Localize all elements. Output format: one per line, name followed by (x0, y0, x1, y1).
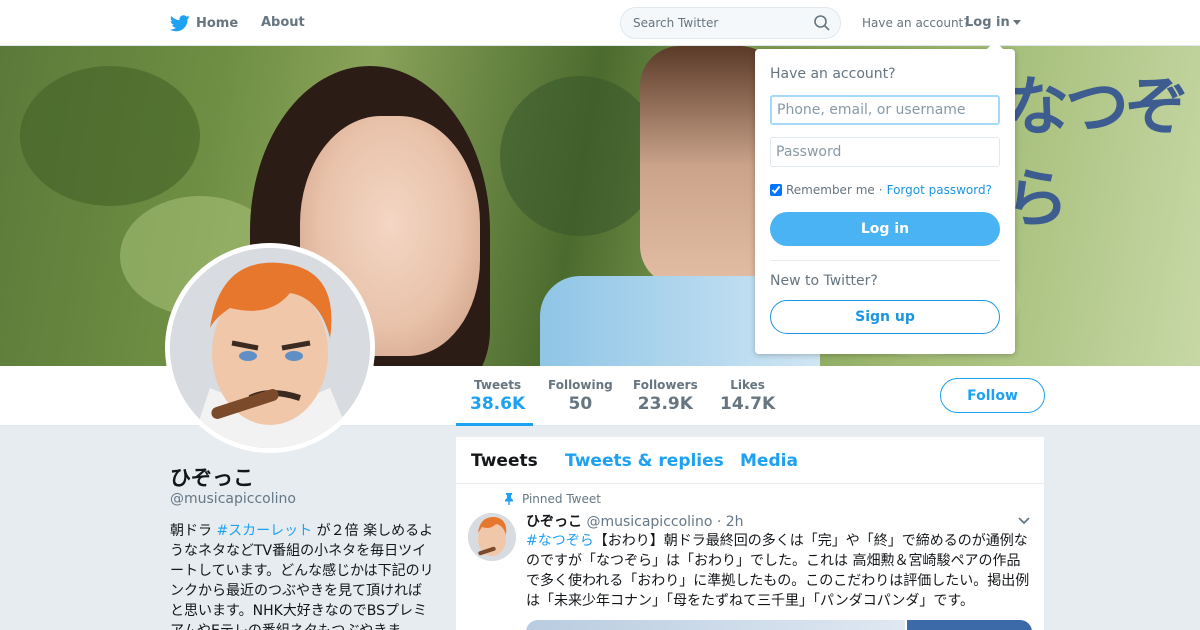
bio-hashtag-link[interactable]: #スカーレット (216, 523, 312, 539)
stat-label: Followers (633, 378, 698, 392)
nav-home-label: Home (196, 15, 239, 31)
tab-media[interactable]: Media (740, 451, 798, 471)
login-button[interactable]: Log in (770, 212, 1000, 246)
tweet-text: #なつぞら【おわり】朝ドラ最終回の多くは「完」や「終」で締めるのが通例なのですが… (526, 531, 1031, 611)
profile-avatar[interactable] (165, 243, 375, 453)
tweet-header: ひぞっこ @musicapiccolino · 2h (526, 511, 744, 531)
username-field[interactable] (770, 95, 1000, 125)
tweet-author-handle[interactable]: @musicapiccolino (586, 514, 712, 530)
stat-label: Likes (730, 378, 765, 392)
top-nav: Home About Have an account? Log in (0, 0, 1200, 46)
tab-tweets[interactable]: Tweets (471, 451, 538, 471)
twitter-bird-icon (170, 14, 190, 31)
chevron-down-icon[interactable] (1018, 517, 1030, 525)
pin-icon (505, 493, 513, 505)
remember-row: Remember me · Forgot password? (770, 183, 992, 197)
stat-likes[interactable]: Likes 14.7K (720, 378, 775, 414)
stat-label: Following (548, 378, 613, 392)
active-stat-underline (456, 423, 533, 426)
profile-bio: 朝ドラ #スカーレット が２倍 楽しめるようなネタなどTV番組の小ネタを毎日ツイ… (170, 521, 435, 630)
dropdown-title: Have an account? (770, 66, 896, 82)
search-box[interactable] (620, 7, 841, 39)
tab-tweets-replies[interactable]: Tweets & replies (565, 451, 724, 471)
login-link-label: Log in (965, 15, 1010, 30)
stat-following[interactable]: Following 50 (548, 378, 613, 414)
divider (770, 260, 1000, 261)
remember-me-label[interactable]: Remember me (786, 183, 875, 197)
tweet-body-text: 【おわり】朝ドラ最終回の多くは「完」や「終」で締めるのが通例なのですが「なつぞら… (526, 533, 1030, 609)
follow-button[interactable]: Follow (940, 378, 1045, 413)
separator: · (878, 183, 883, 197)
stat-value: 23.9K (637, 394, 693, 414)
stat-value: 14.7K (720, 394, 776, 414)
tweet-timestamp[interactable]: · 2h (717, 514, 744, 530)
timeline-card: Tweets Tweets & replies Media Pinned Twe… (456, 437, 1044, 630)
bio-text: が２倍 楽しめるようなネタなどTV番組の小ネタを毎日ツイートしています。どんな感… (170, 523, 434, 630)
remember-me-checkbox[interactable] (770, 184, 782, 196)
profile-handle: @musicapiccolino (170, 491, 296, 507)
tweet-media[interactable] (526, 620, 1032, 630)
bio-text: 朝ドラ (170, 523, 217, 539)
stat-value: 50 (568, 394, 593, 414)
pinned-tweet-label: Pinned Tweet (504, 492, 601, 506)
avatar-illustration (170, 248, 370, 448)
tweet-hashtag-link[interactable]: #なつぞら (526, 533, 594, 549)
stat-followers[interactable]: Followers 23.9K (633, 378, 698, 414)
search-icon[interactable] (814, 15, 830, 31)
nav-home-link[interactable]: Home (170, 13, 238, 33)
tweet-media-image[interactable] (526, 620, 905, 630)
login-dropdown-toggle[interactable]: Log in (965, 15, 1021, 30)
forgot-password-link[interactable]: Forgot password? (887, 183, 992, 197)
tweet-avatar-illustration (468, 513, 516, 561)
timeline-tabs: Tweets Tweets & replies Media (456, 437, 1044, 484)
login-dropdown: Have an account? Remember me · Forgot pa… (755, 41, 1015, 354)
new-to-twitter-text: New to Twitter? (770, 273, 878, 289)
pinned-text: Pinned Tweet (522, 492, 601, 506)
signup-button[interactable]: Sign up (770, 300, 1000, 334)
tweet-author-name[interactable]: ひぞっこ (526, 514, 582, 530)
profile-name: ひぞっこ (170, 466, 254, 490)
search-input[interactable] (633, 16, 803, 30)
password-field[interactable] (770, 137, 1000, 167)
tweet-avatar[interactable] (468, 513, 516, 561)
nav-about-link[interactable]: About (261, 15, 305, 30)
stat-label: Tweets (474, 378, 522, 392)
banner-logo: なつぞら (1005, 70, 1189, 237)
stat-value: 38.6K (470, 394, 526, 414)
tweet-media-image[interactable] (906, 620, 1032, 630)
caret-down-icon (1012, 20, 1021, 25)
stat-tweets[interactable]: Tweets 38.6K (470, 378, 525, 414)
have-account-text: Have an account? (862, 16, 970, 30)
